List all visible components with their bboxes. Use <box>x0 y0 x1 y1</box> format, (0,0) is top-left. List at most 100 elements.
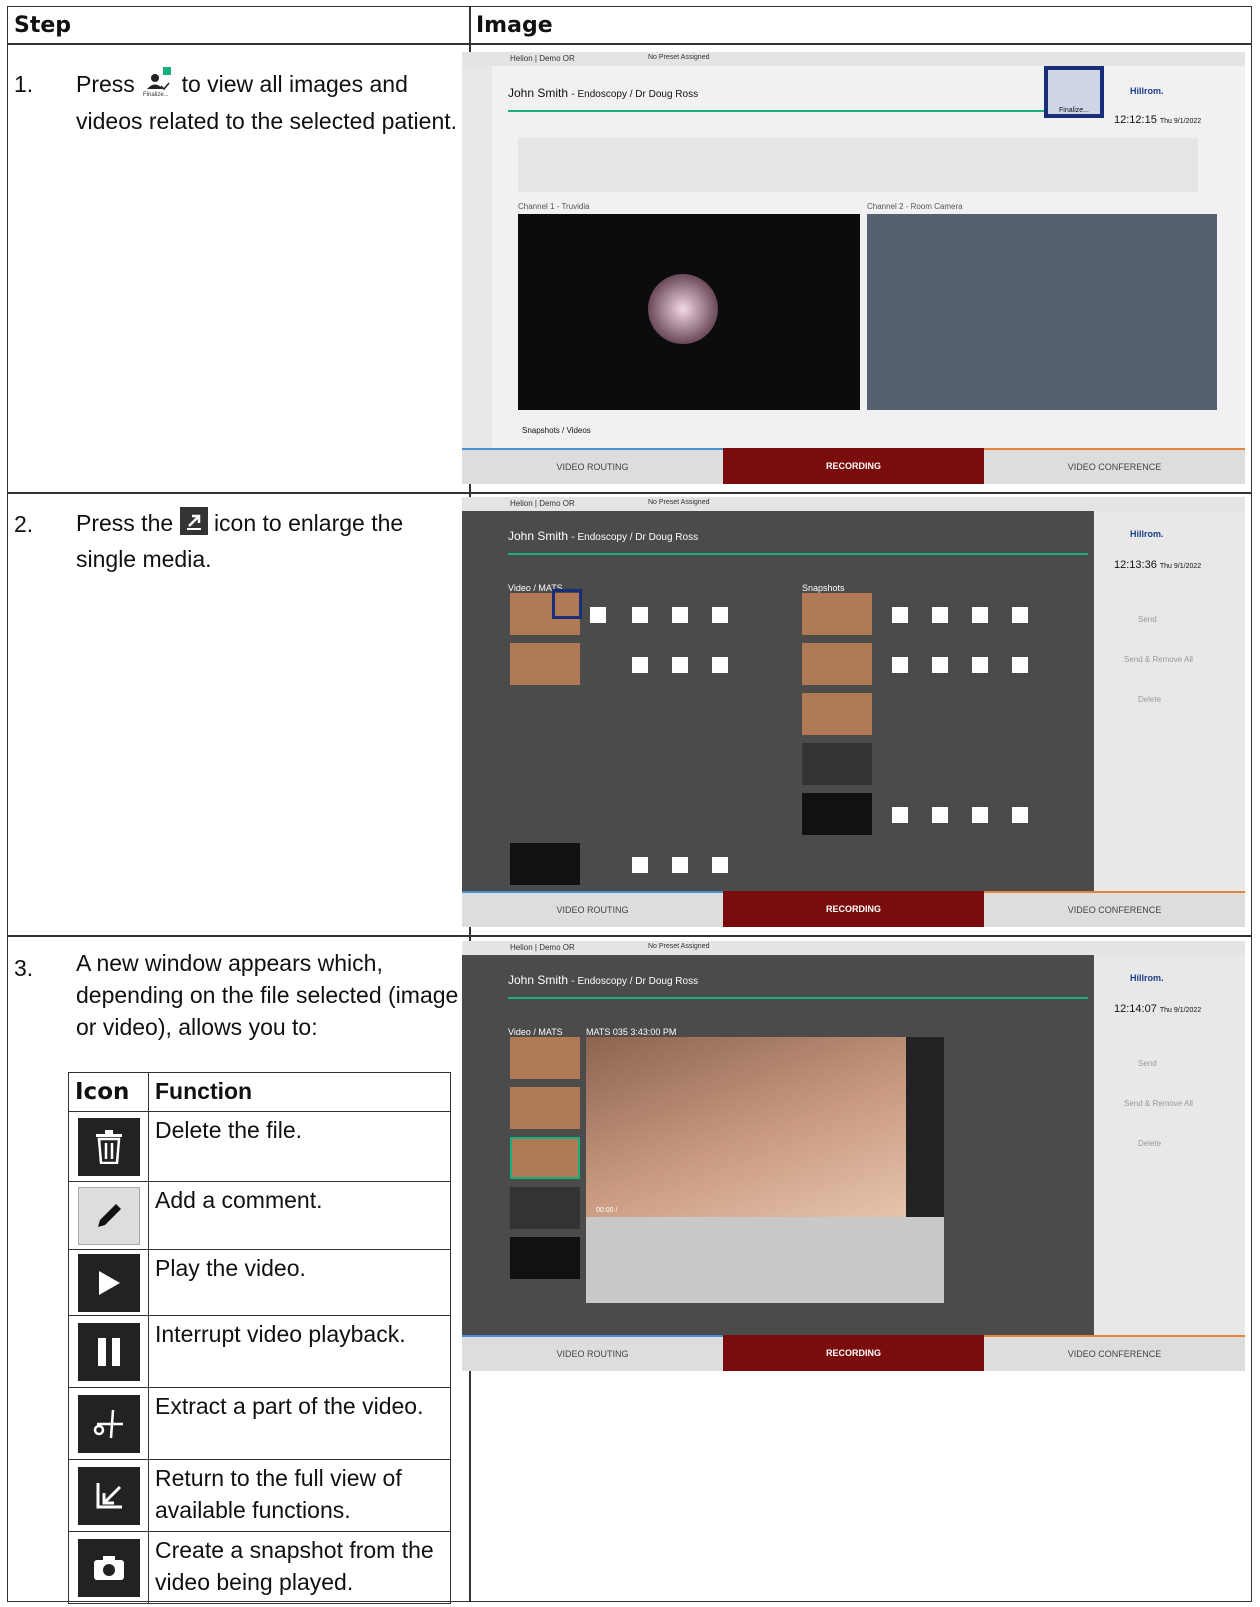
media-thumb[interactable] <box>510 1037 580 1079</box>
video-conference-tab[interactable]: VIDEO CONFERENCE <box>984 1335 1245 1371</box>
snapshot-thumb[interactable] <box>802 643 872 685</box>
finalize-icon: Finalize... <box>141 67 175 105</box>
sidebar[interactable] <box>462 66 492 448</box>
channel2-label: Channel 2 - Room Camera <box>867 202 963 211</box>
clock: 12:14:07 Thu 9/1/2022 <box>1114 1003 1201 1015</box>
step-text-a: Press the <box>76 510 174 537</box>
send-button[interactable]: Send <box>1138 615 1157 624</box>
function-text: Return to the full view of available fun… <box>155 1465 402 1523</box>
screenshot-step2: Helion | Demo OR No Preset Assigned Send… <box>462 497 1245 927</box>
video-player[interactable] <box>586 1037 906 1217</box>
source-strip[interactable] <box>518 138 1198 192</box>
brand-logo: Hillrom. <box>1130 529 1164 539</box>
patient-name: John Smith <box>508 973 569 987</box>
video-conference-tab[interactable]: VIDEO CONFERENCE <box>984 448 1245 484</box>
checkbox[interactable] <box>672 657 688 673</box>
delete-button[interactable]: Delete <box>1138 695 1161 704</box>
step-text: Press Finalize... to view all images and… <box>76 67 461 137</box>
function-text: Delete the file. <box>155 1117 303 1143</box>
function-text: Extract a part of the video. <box>155 1393 424 1419</box>
header-image: Image <box>476 13 553 38</box>
finalize-button[interactable]: Finalize... <box>1044 66 1104 118</box>
trash-icon <box>77 1117 140 1176</box>
checkbox[interactable] <box>892 807 908 823</box>
checkbox[interactable] <box>972 807 988 823</box>
accent-line <box>508 110 1088 112</box>
preset-label: No Preset Assigned <box>648 943 710 950</box>
date: Thu 9/1/2022 <box>1159 1007 1202 1014</box>
function-text: Interrupt video playback. <box>155 1321 406 1347</box>
enlarge-button-highlight[interactable] <box>552 589 582 619</box>
checkbox[interactable] <box>712 607 728 623</box>
clock: 12:12:15 Thu 9/1/2022 <box>1114 114 1201 126</box>
player-toolbar <box>906 1037 944 1217</box>
snapshot-thumb[interactable] <box>802 793 872 835</box>
status-bar: Helion | Demo OR No Preset Assigned <box>462 941 1245 955</box>
media-thumb[interactable] <box>510 1187 580 1229</box>
screenshot-step1: Helion | Demo OR No Preset Assigned John… <box>462 52 1245 484</box>
room-label: Helion | Demo OR <box>510 943 575 952</box>
pencil-icon <box>77 1186 140 1245</box>
time: 12:13:36 <box>1114 559 1157 571</box>
media-thumb-selected[interactable] <box>510 1137 580 1179</box>
checkbox[interactable] <box>972 657 988 673</box>
recording-tab[interactable]: RECORDING <box>723 1335 984 1371</box>
recording-tab[interactable]: RECORDING <box>723 891 984 927</box>
send-remove-button[interactable]: Send & Remove All <box>1124 1099 1193 1108</box>
player-title: MATS 035 3:43:00 PM <box>586 1027 677 1037</box>
time: 12:14:07 <box>1114 1003 1157 1015</box>
checkbox[interactable] <box>892 607 908 623</box>
video-routing-tab[interactable]: VIDEO ROUTING <box>462 448 723 484</box>
player-time: 00:00 / <box>596 1207 618 1214</box>
brand-logo: Hillrom. <box>1130 86 1164 96</box>
checkbox[interactable] <box>672 607 688 623</box>
patient-header: John Smith - Endoscopy / Dr Doug Ross <box>508 973 698 987</box>
icon-column-header: Icon <box>69 1073 149 1111</box>
checkbox[interactable] <box>712 857 728 873</box>
patient-detail: - Endoscopy / Dr Doug Ross <box>571 976 699 987</box>
checkbox[interactable] <box>932 657 948 673</box>
checkbox[interactable] <box>932 607 948 623</box>
snapshot-thumb[interactable] <box>802 693 872 735</box>
patient-detail: - Endoscopy / Dr Doug Ross <box>571 532 699 543</box>
pause-icon <box>77 1322 140 1381</box>
function-text: Create a snapshot from the video being p… <box>155 1537 434 1595</box>
bottom-nav: VIDEO ROUTING RECORDING VIDEO CONFERENCE <box>462 1335 1245 1371</box>
media-thumb[interactable] <box>510 1087 580 1129</box>
snapshot-thumb[interactable] <box>802 593 872 635</box>
channel2-view[interactable] <box>867 214 1217 410</box>
checkbox[interactable] <box>632 857 648 873</box>
checkbox[interactable] <box>1012 807 1028 823</box>
checkbox[interactable] <box>1012 657 1028 673</box>
checkbox[interactable] <box>632 657 648 673</box>
checkbox[interactable] <box>632 607 648 623</box>
video-routing-tab[interactable]: VIDEO ROUTING <box>462 1335 723 1371</box>
checkbox[interactable] <box>1012 607 1028 623</box>
accent-line <box>508 997 1088 999</box>
room-label: Helion | Demo OR <box>510 499 575 508</box>
checkbox[interactable] <box>892 657 908 673</box>
room-label: Helion | Demo OR <box>510 54 575 63</box>
step-text: Press the icon to enlarge the single med… <box>76 507 461 575</box>
snapshots-toggle[interactable]: Snapshots / Videos <box>522 426 591 435</box>
media-thumb[interactable] <box>510 843 580 885</box>
video-conference-tab[interactable]: VIDEO CONFERENCE <box>984 891 1245 927</box>
video-routing-tab[interactable]: VIDEO ROUTING <box>462 891 723 927</box>
finalize-label: Finalize... <box>1059 107 1089 114</box>
checkbox[interactable] <box>590 607 606 623</box>
channel1-view[interactable] <box>518 214 860 410</box>
send-remove-button[interactable]: Send & Remove All <box>1124 655 1193 664</box>
checkbox[interactable] <box>932 807 948 823</box>
comment-area[interactable] <box>586 1217 944 1303</box>
media-thumb[interactable] <box>510 643 580 685</box>
checkbox[interactable] <box>972 607 988 623</box>
delete-button[interactable]: Delete <box>1138 1139 1161 1148</box>
send-button[interactable]: Send <box>1138 1059 1157 1068</box>
media-thumb[interactable] <box>510 1237 580 1279</box>
checkbox[interactable] <box>672 857 688 873</box>
checkbox[interactable] <box>712 657 728 673</box>
step-text: A new window appears which, depending on… <box>76 950 459 1040</box>
snapshot-thumb[interactable] <box>802 743 872 785</box>
status-bar: Helion | Demo OR No Preset Assigned <box>462 497 1245 511</box>
recording-tab[interactable]: RECORDING <box>723 448 984 484</box>
